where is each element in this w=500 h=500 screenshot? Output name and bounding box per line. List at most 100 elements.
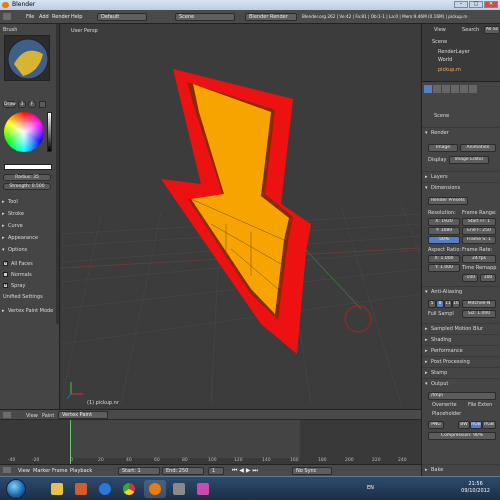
aa-filter-select[interactable]: Mitchell-N (462, 300, 496, 308)
maximize-button[interactable]: □ (469, 1, 483, 8)
color-mode-rgba[interactable]: RGB (482, 421, 496, 429)
taskbar-explorer[interactable] (46, 480, 68, 498)
brush-fake-user[interactable]: F (28, 101, 36, 108)
outliner-item-renderlayer[interactable]: RenderLayer (438, 49, 470, 55)
remap-new-field[interactable]: 100 (480, 274, 496, 282)
section-stroke[interactable]: Stroke (0, 210, 56, 219)
playback-controls[interactable]: ⏮ ◀ ▶ ⏭ (232, 467, 258, 475)
section-curve[interactable]: Curve (0, 222, 56, 231)
aspect-y-field[interactable]: Y: 1.000 (428, 264, 460, 272)
interaction-mode-select[interactable]: Vertex Paint (58, 411, 108, 419)
menu-render[interactable]: Render (52, 14, 70, 20)
taskbar-blender[interactable] (144, 480, 166, 498)
outliner-display-select[interactable]: All Sc (484, 26, 500, 34)
brush-color-swatch[interactable] (4, 164, 52, 170)
normals-checkbox[interactable] (3, 272, 8, 277)
taskbar-app-6[interactable] (168, 480, 190, 498)
taskbar-chrome[interactable] (118, 480, 140, 498)
frame-step-field[interactable]: Frame S: 1 (462, 236, 496, 244)
modifier-tab-icon[interactable] (460, 85, 468, 93)
taskbar-ie[interactable] (94, 480, 116, 498)
resolution-percent-slider[interactable]: 50% (428, 236, 460, 244)
section-output[interactable]: Output (422, 378, 500, 389)
section-bake[interactable]: Bake (422, 464, 500, 475)
tool-shelf-scrollbar[interactable] (56, 24, 59, 324)
editor-type-icon[interactable] (3, 13, 11, 20)
brush-preview[interactable] (4, 35, 50, 81)
viewport-view-menu[interactable]: View (26, 413, 38, 419)
section-options[interactable]: Options (0, 246, 56, 255)
color-wheel[interactable] (4, 112, 44, 152)
section-vertex-paint-mode[interactable]: Vertex Paint Mode (0, 307, 56, 316)
viewport-editor-type-icon[interactable] (3, 412, 11, 418)
remap-old-field[interactable]: -100 (462, 274, 478, 282)
section-stamp[interactable]: Stamp (422, 367, 500, 378)
brush-add-icon[interactable] (39, 101, 46, 108)
screen-layout-select[interactable]: Default (97, 13, 147, 21)
material-tab-icon[interactable] (469, 85, 477, 93)
timeline-frame-menu[interactable]: Frame (52, 468, 68, 474)
taskbar-media[interactable] (70, 480, 92, 498)
taskbar-app-7[interactable] (192, 480, 214, 498)
outliner-item-world[interactable]: World (438, 57, 452, 63)
section-dimensions[interactable]: Dimensions (422, 182, 500, 193)
menu-help[interactable]: Help (71, 14, 82, 20)
timeline-editor-type-icon[interactable] (3, 467, 11, 473)
render-presets-select[interactable]: Render Presets (428, 197, 468, 205)
close-button[interactable]: ✕ (484, 1, 498, 8)
scene-tab-icon[interactable] (433, 85, 441, 93)
display-select[interactable]: Image Editor (449, 156, 489, 164)
section-shading[interactable]: Shading (422, 334, 500, 345)
outliner-item-scene[interactable]: Scene (432, 39, 447, 45)
aa-sample-8[interactable]: 8 (436, 300, 444, 308)
3d-viewport[interactable]: User Persp (1) pickup.nr (61, 24, 420, 409)
all-faces-checkbox[interactable] (3, 260, 8, 266)
fps-select[interactable]: 24 fps (462, 255, 496, 263)
outliner-view-menu[interactable]: View (434, 27, 446, 33)
section-anti-aliasing[interactable]: Anti-Aliasing (422, 286, 500, 297)
section-layers[interactable]: Layers (422, 171, 500, 182)
start-frame-field[interactable]: Start Fr: 1 (462, 218, 496, 226)
timeline-marker-menu[interactable]: Marker (33, 468, 50, 474)
file-format-select[interactable]: PNG (428, 421, 444, 429)
outliner-search-menu[interactable]: Search (462, 27, 479, 33)
aa-size-field[interactable]: Siz: 1.000 (462, 310, 496, 318)
start-frame-field[interactable]: Start: 1 (118, 467, 160, 475)
section-performance[interactable]: Performance (422, 345, 500, 356)
end-frame-field[interactable]: End: 250 (162, 467, 204, 475)
radius-field[interactable]: Radius: 35 (3, 174, 51, 181)
world-tab-icon[interactable] (442, 85, 450, 93)
menu-file[interactable]: File (26, 14, 34, 20)
brush-users[interactable]: 3 (18, 101, 26, 108)
object-tab-icon[interactable] (451, 85, 459, 93)
outliner-item-pickup[interactable]: pickup.m (438, 67, 461, 73)
aa-sample-5[interactable]: 5 (428, 300, 436, 308)
section-render[interactable]: Render (422, 127, 500, 138)
section-tool[interactable]: Tool (0, 198, 56, 207)
resolution-x-field[interactable]: X: 1920 (428, 218, 460, 226)
sync-mode-select[interactable]: No Sync (292, 467, 332, 475)
minimize-button[interactable]: – (454, 1, 468, 8)
system-clock[interactable]: 21:56 09/10/2012 (461, 481, 490, 495)
menu-add[interactable]: Add (39, 14, 49, 20)
viewport-paint-menu[interactable]: Paint (42, 413, 54, 419)
language-indicator[interactable]: EN (367, 485, 374, 491)
brush-mode-select[interactable]: Draw (3, 101, 16, 108)
render-engine-select[interactable]: Blender Render (245, 13, 297, 21)
aa-sample-16[interactable]: 16 (452, 300, 460, 308)
strength-field[interactable]: Strength: 0.500 (3, 183, 51, 190)
aspect-x-field[interactable]: X: 1.000 (428, 255, 460, 263)
section-post-processing[interactable]: Post Processing (422, 356, 500, 367)
current-frame-field[interactable]: 1 (208, 467, 224, 475)
resolution-y-field[interactable]: Y: 1080 (428, 227, 460, 235)
color-mode-rgb[interactable]: RGB (470, 421, 482, 429)
aa-sample-11[interactable]: 11 (444, 300, 452, 308)
start-button[interactable] (6, 479, 26, 499)
section-sampled-motion-blur[interactable]: Sampled Motion Blur (422, 323, 500, 334)
end-frame-field[interactable]: End F: 250 (462, 227, 496, 235)
timeline-area[interactable]: -40 -20 0 20 40 60 80 100 120 140 160 18… (0, 420, 421, 464)
render-tab-icon[interactable] (424, 85, 432, 93)
scene-select[interactable]: Scene (175, 13, 235, 21)
color-mode-bw[interactable]: BW (458, 421, 470, 429)
spray-checkbox[interactable] (3, 282, 8, 288)
